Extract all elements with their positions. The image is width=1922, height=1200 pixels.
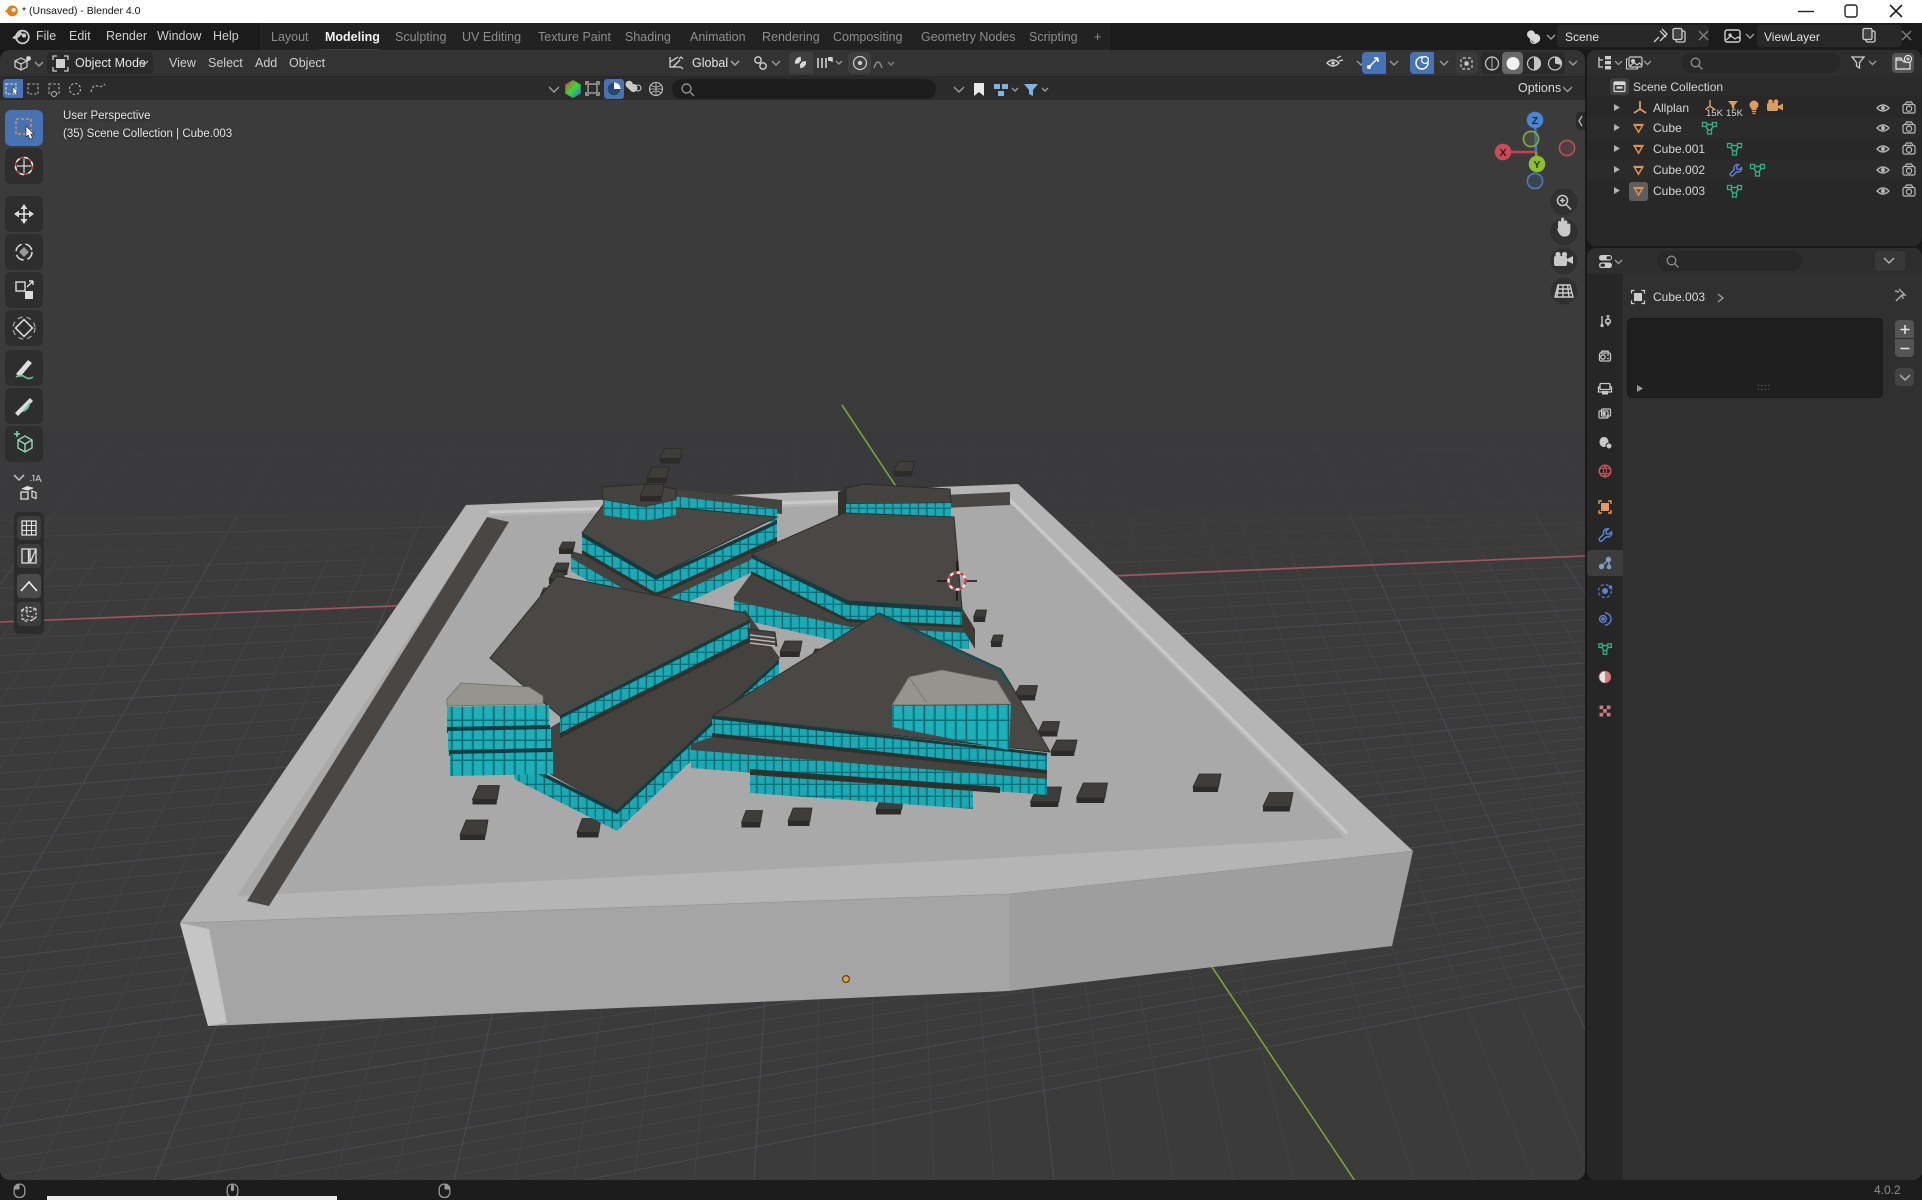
- svg-text:Z: Z: [1532, 115, 1539, 127]
- svg-text:15K: 15K: [1726, 108, 1744, 118]
- svg-text:Y: Y: [1533, 159, 1540, 171]
- svg-text:15K: 15K: [1706, 108, 1724, 118]
- svg-text:X: X: [1499, 147, 1506, 159]
